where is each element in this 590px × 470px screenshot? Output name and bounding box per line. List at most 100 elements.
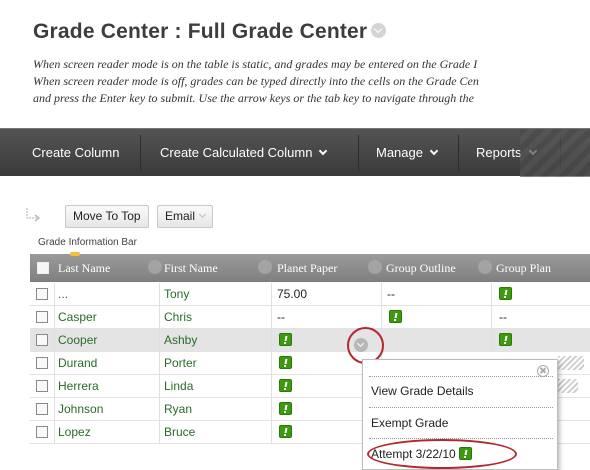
column-label: Group Plan	[496, 261, 551, 275]
cell-divider	[54, 283, 55, 306]
needs-grading-icon	[279, 333, 292, 347]
cell-divider	[271, 352, 272, 375]
column-menu-icon[interactable]	[368, 260, 382, 274]
table-row: ... Tony 75.00 --	[30, 283, 590, 306]
table-row: Cooper Ashby	[30, 329, 590, 352]
cell-divider	[54, 329, 55, 352]
chevron-down-icon	[198, 210, 207, 219]
grade-information-bar-label: Grade Information Bar	[38, 237, 137, 248]
column-header-group-outline[interactable]: Group Outline	[386, 254, 456, 282]
instructions-line-3: and press the Enter key to submit. Use t…	[33, 91, 474, 105]
first-name-cell[interactable]: Porter	[164, 352, 197, 375]
column-header-planet-paper[interactable]: Planet Paper	[277, 254, 337, 282]
toolbar-pattern	[520, 129, 590, 177]
cell-divider	[54, 306, 55, 329]
grade-cell[interactable]	[279, 352, 292, 375]
grade-cell[interactable]: --	[277, 306, 285, 329]
grade-cell[interactable]	[279, 329, 292, 352]
grade-cell[interactable]	[389, 306, 402, 329]
instructions-line-2: When screen reader mode is off, grades c…	[33, 74, 479, 88]
row-checkbox[interactable]	[36, 426, 48, 438]
column-label: Last Name	[58, 261, 111, 275]
grid-header-row: Last Name First Name Planet Paper Group …	[30, 252, 590, 282]
reports-label: Reports	[476, 145, 522, 160]
grade-cell[interactable]	[499, 329, 512, 352]
create-column-label: Create Column	[32, 145, 120, 160]
grade-cell[interactable]	[279, 398, 292, 421]
row-checkbox[interactable]	[36, 311, 48, 323]
column-menu-icon[interactable]	[258, 260, 272, 274]
cell-divider	[159, 421, 160, 444]
last-name-cell[interactable]: Johnson	[58, 398, 103, 421]
first-name-cell[interactable]: Ashby	[164, 329, 197, 352]
grade-cell[interactable]: --	[499, 306, 507, 329]
cell-divider	[54, 352, 55, 375]
row-checkbox[interactable]	[36, 403, 48, 415]
view-grade-details-menu-item[interactable]: View Grade Details	[363, 376, 559, 406]
cell-divider	[54, 375, 55, 398]
toolbar-divider	[140, 135, 141, 171]
last-name-cell[interactable]: ...	[58, 283, 68, 306]
first-name-cell[interactable]: Bruce	[164, 421, 195, 444]
first-name-cell[interactable]: Chris	[164, 306, 192, 329]
select-all-checkbox[interactable]	[37, 262, 49, 274]
row-checkbox[interactable]	[36, 357, 48, 369]
first-name-cell[interactable]: Linda	[164, 375, 193, 398]
column-menu-icon[interactable]	[478, 260, 492, 274]
row-checkbox[interactable]	[36, 334, 48, 346]
manage-label: Manage	[376, 145, 423, 160]
toolbar-divider	[458, 135, 459, 171]
cell-divider	[381, 283, 382, 306]
manage-menu-button[interactable]: Manage	[376, 129, 439, 177]
row-checkbox[interactable]	[36, 380, 48, 392]
move-to-top-label: Move To Top	[73, 209, 141, 223]
cell-divider	[159, 283, 160, 306]
create-column-button[interactable]: Create Column	[32, 129, 119, 177]
title-chevron-icon[interactable]	[371, 22, 387, 38]
move-to-top-button[interactable]: Move To Top	[65, 205, 149, 228]
toolbar-divider	[358, 135, 359, 171]
cell-divider	[54, 421, 55, 444]
column-header-group-plan[interactable]: Group Plan	[496, 254, 551, 282]
instructions-text: When screen reader mode is on the table …	[33, 56, 590, 107]
cell-divider	[54, 398, 55, 421]
grade-cell[interactable]	[279, 375, 292, 398]
create-calculated-column-button[interactable]: Create Calculated Column	[160, 129, 328, 177]
cell-divider	[271, 421, 272, 444]
exempt-grade-menu-item[interactable]: Exempt Grade	[363, 408, 559, 438]
hatched-cell-pattern	[558, 356, 584, 370]
first-name-cell[interactable]: Tony	[164, 283, 189, 306]
column-header-last-name[interactable]: Last Name	[58, 254, 110, 282]
highlight-oval-annotation	[367, 439, 517, 469]
first-name-cell[interactable]: Ryan	[164, 398, 192, 421]
column-menu-icon[interactable]	[148, 260, 162, 274]
cell-divider	[159, 352, 160, 375]
cell-divider	[271, 329, 272, 352]
email-button[interactable]: Email	[157, 205, 214, 228]
grade-cell[interactable]: --	[387, 283, 395, 306]
menu-item-label: View Grade Details	[371, 384, 474, 398]
column-header-first-name[interactable]: First Name	[164, 254, 218, 282]
instructions-line-1: When screen reader mode is on the table …	[33, 57, 478, 71]
last-name-cell[interactable]: Durand	[58, 352, 97, 375]
page-title-text: Grade Center : Full Grade Center	[33, 20, 368, 43]
last-name-cell[interactable]: Casper	[58, 306, 97, 329]
last-name-cell[interactable]: Cooper	[58, 329, 97, 352]
page-header: Grade Center : Full Grade Center When sc…	[0, 0, 590, 128]
needs-grading-icon	[279, 425, 292, 439]
chevron-down-icon	[319, 146, 328, 156]
cell-divider	[491, 306, 492, 329]
needs-grading-icon	[279, 356, 292, 370]
row-checkbox[interactable]	[36, 288, 48, 300]
needs-grading-icon	[499, 287, 512, 301]
last-name-cell[interactable]: Lopez	[58, 421, 91, 444]
column-label: First Name	[164, 261, 218, 275]
grade-cell[interactable]	[499, 283, 512, 306]
last-name-cell[interactable]: Herrera	[58, 375, 99, 398]
grade-cell[interactable]	[279, 421, 292, 444]
create-calculated-column-label: Create Calculated Column	[160, 145, 313, 160]
grade-cell[interactable]: 75.00	[277, 283, 307, 306]
needs-grading-icon	[279, 379, 292, 393]
cell-divider	[159, 329, 160, 352]
needs-grading-icon	[279, 402, 292, 416]
